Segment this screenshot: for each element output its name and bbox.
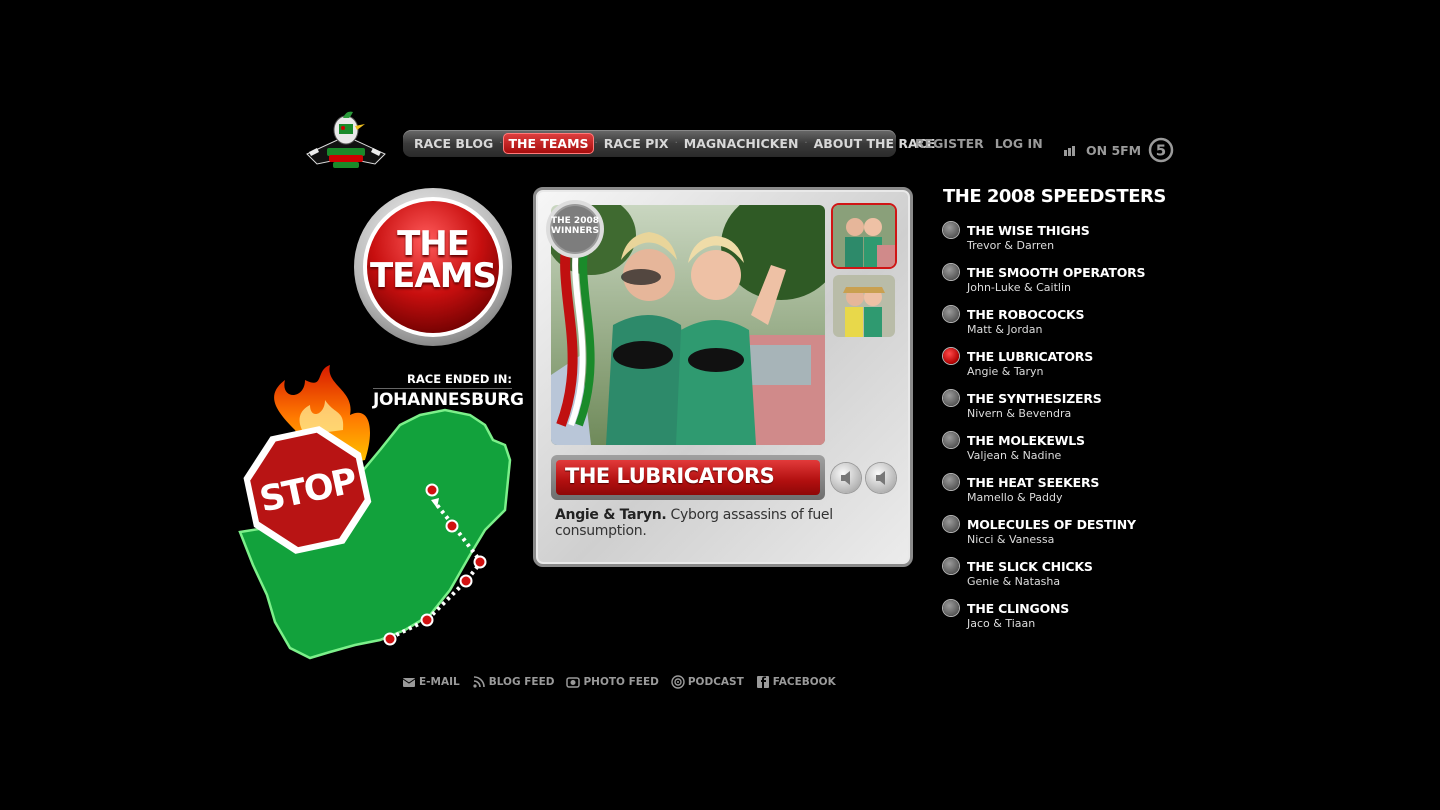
- team-item-members: Nicci & Vanessa: [967, 533, 1055, 546]
- team-list-item[interactable]: THE SYNTHESIZERS Nivern & Bevendra: [943, 390, 1203, 432]
- speaker-icon: [841, 471, 850, 485]
- team-item-members: Jaco & Tiaan: [967, 617, 1036, 630]
- audio-button-2[interactable]: [866, 463, 896, 493]
- team-item-name: THE SMOOTH OPERATORS: [967, 265, 1146, 280]
- footer-link-label: PODCAST: [687, 676, 744, 688]
- radio-dot-icon: [943, 348, 959, 364]
- team-item-name: THE HEAT SEEKERS: [967, 475, 1100, 490]
- footer-link-label: FACEBOOK: [772, 676, 836, 688]
- team-item-name: THE SYNTHESIZERS: [967, 391, 1102, 406]
- south-africa-route-map: STOP: [238, 365, 512, 660]
- team-item-members: Genie & Natasha: [967, 575, 1061, 588]
- auth-links: REGISTER LOG IN: [915, 136, 1043, 151]
- footer-links: E-MAIL BLOG FEED PHOTO FEED PODCAST FACEBOOK: [402, 675, 836, 689]
- winners-badge-line1: THE 2008: [550, 216, 599, 226]
- checkpoint-marker: [420, 613, 434, 627]
- footer-link-podcast[interactable]: PODCAST: [671, 675, 744, 689]
- team-list-item[interactable]: THE SLICK CHICKS Genie & Natasha: [943, 558, 1203, 600]
- team-item-name: THE WISE THIGHS: [967, 223, 1090, 238]
- team-item-members: Angie & Taryn: [967, 365, 1044, 378]
- castrol-chicken-run-logo[interactable]: [303, 108, 389, 172]
- team-list: THE WISE THIGHS Trevor & Darren THE SMOOTH…: [943, 222, 1203, 642]
- radio-dot-icon: [943, 222, 959, 238]
- team-list-title: THE 2008 SPEEDSTERS: [943, 186, 1166, 207]
- featured-team-name: THE LUBRICATORS: [565, 464, 775, 488]
- team-list-item[interactable]: THE ROBOCOCKS Matt & Jordan: [943, 306, 1203, 348]
- main-nav: RACE BLOG · THE TEAMS · RACE PIX · MAGNACHICKE…: [403, 130, 935, 157]
- footer-link-blog-feed[interactable]: BLOG FEED: [472, 675, 555, 689]
- radio-dot-icon: [943, 516, 959, 532]
- checkpoint-marker: [383, 632, 397, 646]
- signal-bars-icon: [1064, 146, 1075, 156]
- photo-thumbnail[interactable]: [833, 275, 895, 337]
- team-list-item[interactable]: MOLECULES OF DESTINY Nicci & Vanessa: [943, 516, 1203, 558]
- photo-thumbnail[interactable]: [833, 205, 895, 267]
- 5fm-logo-icon: 5: [1148, 137, 1174, 163]
- team-item-members: Mamello & Paddy: [967, 491, 1063, 504]
- nav-item-magnachicken[interactable]: MAGNACHICKEN: [679, 133, 804, 154]
- winners-badge-line2: WINNERS: [551, 226, 599, 236]
- radio-dot-icon: [943, 558, 959, 574]
- login-link[interactable]: LOG IN: [995, 136, 1043, 151]
- team-item-name: THE SLICK CHICKS: [967, 559, 1093, 574]
- radio-dot-icon: [943, 474, 959, 490]
- team-list-item[interactable]: THE SMOOTH OPERATORS John-Luke & Caitlin: [943, 264, 1203, 306]
- radio-dot-icon: [943, 390, 959, 406]
- team-item-members: John-Luke & Caitlin: [967, 281, 1071, 294]
- nav-item-the-teams[interactable]: THE TEAMS: [503, 133, 594, 154]
- radio-dot-icon: [943, 264, 959, 280]
- svg-text:5: 5: [1156, 142, 1166, 160]
- radio-dot-icon: [943, 306, 959, 322]
- team-list-item[interactable]: THE MOLEKEWLS Valjean & Nadine: [943, 432, 1203, 474]
- radio-dot-icon: [943, 600, 959, 616]
- team-item-members: Nivern & Bevendra: [967, 407, 1072, 420]
- the-teams-title: THE TEAMS: [353, 227, 513, 296]
- audio-button-1[interactable]: [831, 463, 861, 493]
- camera-icon: [566, 677, 581, 688]
- team-item-members: Matt & Jordan: [967, 323, 1043, 336]
- team-list-item[interactable]: THE LUBRICATORS Angie & Taryn: [943, 348, 1203, 390]
- team-item-name: THE MOLEKEWLS: [967, 433, 1085, 448]
- checkpoint-marker: [445, 519, 459, 533]
- footer-link-e-mail[interactable]: E-MAIL: [402, 675, 460, 689]
- team-item-members: Valjean & Nadine: [967, 449, 1062, 462]
- team-item-members: Trevor & Darren: [967, 239, 1055, 252]
- podcast-icon: [671, 675, 685, 689]
- checkpoint-marker: [473, 555, 487, 569]
- rss-icon: [473, 676, 485, 688]
- team-list-item[interactable]: THE WISE THIGHS Trevor & Darren: [943, 222, 1203, 264]
- footer-link-label: E-MAIL: [419, 676, 460, 688]
- team-item-name: THE ROBOCOCKS: [967, 307, 1085, 322]
- on-5fm-link[interactable]: ON 5FM 5: [1064, 136, 1175, 164]
- on-5fm-label: ON 5FM: [1086, 142, 1142, 158]
- radio-dot-icon: [943, 432, 959, 448]
- checkpoint-marker: [459, 574, 473, 588]
- footer-link-label: BLOG FEED: [488, 676, 555, 688]
- winners-badge-text: THE 2008 WINNERS: [545, 216, 605, 236]
- team-list-item[interactable]: THE CLINGONS Jaco & Tiaan: [943, 600, 1203, 642]
- facebook-icon: [756, 676, 769, 688]
- team-item-name: MOLECULES OF DESTINY: [967, 517, 1136, 532]
- team-item-name: THE LUBRICATORS: [967, 349, 1094, 364]
- nav-item-race-pix[interactable]: RACE PIX: [599, 133, 674, 154]
- register-link[interactable]: REGISTER: [915, 136, 984, 151]
- teams-title-line2: TEAMS: [369, 256, 497, 296]
- speaker-icon: [876, 471, 885, 485]
- checkpoint-marker: [425, 483, 439, 497]
- footer-link-photo-feed[interactable]: PHOTO FEED: [566, 675, 659, 689]
- email-icon: [402, 678, 416, 687]
- featured-team-description: Angie & Taryn. Cyborg assassins of fuel …: [555, 507, 895, 539]
- team-item-name: THE CLINGONS: [967, 601, 1070, 616]
- nav-item-race-blog[interactable]: RACE BLOG: [409, 133, 498, 154]
- team-list-item[interactable]: THE HEAT SEEKERS Mamello & Paddy: [943, 474, 1203, 516]
- footer-link-facebook[interactable]: FACEBOOK: [756, 675, 836, 689]
- featured-team-members: Angie & Taryn.: [555, 507, 667, 523]
- footer-link-label: PHOTO FEED: [583, 676, 659, 688]
